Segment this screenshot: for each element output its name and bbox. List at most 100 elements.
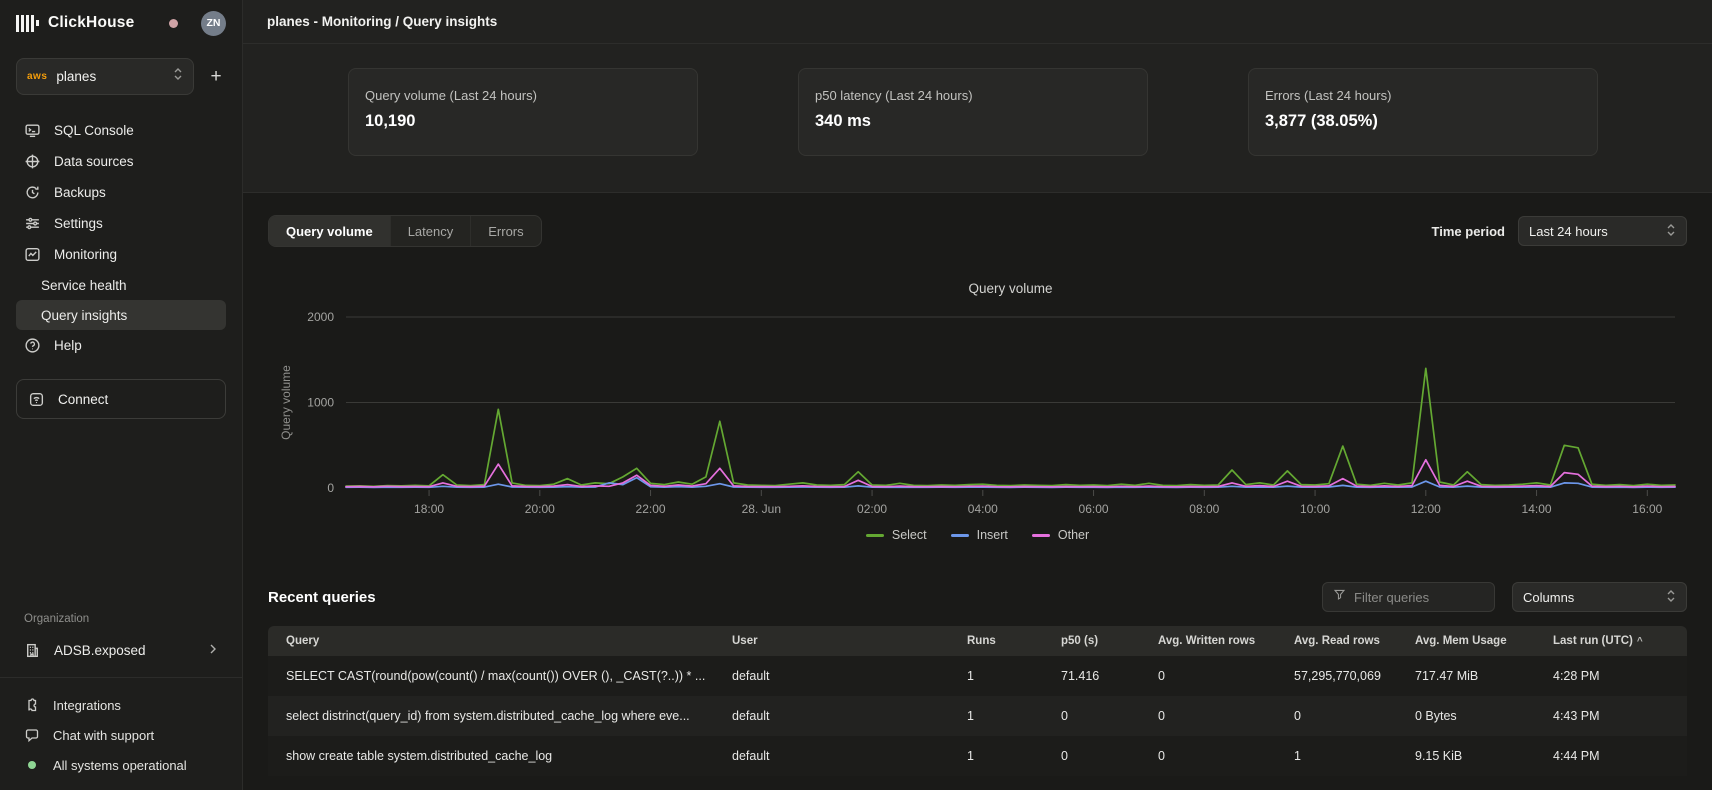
service-select[interactable]: aws planes [16, 58, 194, 95]
column-header-p50-s-[interactable]: p50 (s) [1061, 635, 1158, 647]
time-period-select[interactable]: Last 24 hours [1518, 216, 1687, 246]
svg-text:16:00: 16:00 [1632, 502, 1662, 516]
service-name: planes [56, 69, 96, 84]
stat-label: p50 latency (Last 24 hours) [815, 88, 1131, 103]
column-header-runs[interactable]: Runs [967, 635, 1061, 647]
recent-queries-actions: Columns [1322, 582, 1687, 612]
connect-button[interactable]: Connect [16, 379, 226, 419]
svg-text:10:00: 10:00 [1300, 502, 1330, 516]
column-header-last-run-utc-[interactable]: Last run (UTC)^ [1553, 635, 1677, 647]
sidebar-subitem-service-health[interactable]: Service health [16, 270, 226, 300]
sidebar-subitem-query-insights[interactable]: Query insights [16, 300, 226, 330]
sidebar-item-backups[interactable]: Backups [16, 177, 226, 208]
query-volume-chart: Query volumeQuery volume01000200018:0020… [268, 255, 1687, 542]
brand-name: ClickHouse [48, 14, 134, 32]
table-row[interactable]: select distrinct(query_id) from system.d… [268, 696, 1687, 736]
sidebar-item-settings[interactable]: Settings [16, 208, 226, 239]
footer-item-label: Chat with support [53, 728, 154, 743]
status-dot-icon [24, 757, 40, 773]
tab-errors[interactable]: Errors [470, 216, 540, 246]
recent-queries-title: Recent queries [268, 589, 376, 606]
table-row[interactable]: SELECT CAST(round(pow(count() / max(coun… [268, 656, 1687, 696]
footer-item-integrations[interactable]: Integrations [16, 690, 226, 720]
column-header-label: Runs [967, 635, 996, 647]
main-area: planes - Monitoring / Query insights Que… [243, 0, 1712, 790]
column-header-avg-written-rows[interactable]: Avg. Written rows [1158, 635, 1294, 647]
footer-item-label: All systems operational [53, 758, 187, 773]
chart-tabs: Query volumeLatencyErrors [268, 215, 542, 247]
tab-query-volume[interactable]: Query volume [269, 216, 390, 246]
legend-label: Select [892, 528, 927, 542]
connect-icon [28, 391, 45, 408]
column-header-label: Avg. Read rows [1294, 635, 1380, 647]
sidebar-item-data-sources[interactable]: Data sources [16, 146, 226, 177]
chart-canvas: Query volumeQuery volume01000200018:0020… [268, 255, 1687, 517]
chart-title: Query volume [968, 281, 1052, 296]
column-header-user[interactable]: User [732, 635, 967, 647]
sidebar-item-sql-console[interactable]: SQL Console [16, 115, 226, 146]
content: Query volumeLatencyErrors Time period La… [243, 193, 1712, 790]
table-cell: 1 [1294, 749, 1415, 763]
table-cell: default [732, 709, 967, 723]
table-cell: default [732, 669, 967, 683]
sidebar-item-monitoring[interactable]: Monitoring [16, 239, 226, 270]
chevron-updown-icon [1666, 223, 1676, 240]
filter-queries-input[interactable] [1354, 590, 1474, 605]
organization-label: Organization [16, 613, 226, 625]
recent-queries-header: Recent queries Columns [268, 582, 1687, 612]
svg-text:06:00: 06:00 [1079, 502, 1109, 516]
legend-item-insert[interactable]: Insert [951, 528, 1008, 542]
svg-text:12:00: 12:00 [1411, 502, 1441, 516]
stats-band: Query volume (Last 24 hours) 10,190 p50 la… [243, 44, 1712, 193]
sidebar-item-label: Data sources [54, 154, 134, 169]
organization-icon [24, 642, 41, 659]
tab-latency[interactable]: Latency [390, 216, 471, 246]
chat-icon [24, 727, 40, 743]
footer-item-chat-with-support[interactable]: Chat with support [16, 720, 226, 750]
table-cell: 0 Bytes [1415, 709, 1553, 723]
legend-item-select[interactable]: Select [866, 528, 927, 542]
table-cell: 57,295,770,069 [1294, 669, 1415, 683]
stat-label: Query volume (Last 24 hours) [365, 88, 681, 103]
table-cell: select distrinct(query_id) from system.d… [268, 709, 732, 723]
filter-queries-box[interactable] [1322, 582, 1495, 612]
svg-text:28. Jun: 28. Jun [742, 502, 781, 516]
sidebar-item-label: Monitoring [54, 247, 117, 262]
column-header-avg-read-rows[interactable]: Avg. Read rows [1294, 635, 1415, 647]
service-selector-row: aws planes + [16, 58, 226, 95]
table-row[interactable]: show create table system.distributed_cac… [268, 736, 1687, 776]
stat-value: 10,190 [365, 112, 681, 131]
series-other [346, 460, 1675, 487]
legend-item-other[interactable]: Other [1032, 528, 1089, 542]
column-header-avg-mem-usage[interactable]: Avg. Mem Usage [1415, 635, 1553, 647]
sidebar: ClickHouse ZN aws planes + SQL Console Da… [0, 0, 243, 790]
column-header-label: Query [286, 635, 319, 647]
chevron-updown-icon [173, 67, 183, 86]
integrations-icon [24, 697, 40, 713]
table-header-row: QueryUserRunsp50 (s)Avg. Written rowsAvg… [268, 626, 1687, 656]
table-cell: show create table system.distributed_cac… [268, 749, 732, 763]
avatar[interactable]: ZN [201, 11, 226, 36]
table-cell: default [732, 749, 967, 763]
footer-item-all-systems-operational[interactable]: All systems operational [16, 750, 226, 780]
column-header-label: p50 (s) [1061, 635, 1098, 647]
stat-card-2: Errors (Last 24 hours)3,877 (38.05%) [1248, 68, 1598, 156]
organization-item[interactable]: ADSB.exposed [16, 633, 226, 667]
table-cell: 717.47 MiB [1415, 669, 1553, 683]
connect-label: Connect [58, 392, 108, 407]
legend-swatch [951, 534, 969, 537]
legend-label: Insert [977, 528, 1008, 542]
notification-dot-icon [169, 19, 178, 28]
table-cell: 4:28 PM [1553, 669, 1677, 683]
column-header-query[interactable]: Query [268, 635, 732, 647]
add-service-button[interactable]: + [206, 66, 226, 88]
stat-card-1: p50 latency (Last 24 hours)340 ms [798, 68, 1148, 156]
stat-card-0: Query volume (Last 24 hours) 10,190 [348, 68, 698, 156]
page-header: planes - Monitoring / Query insights [243, 0, 1712, 44]
table-cell: 4:44 PM [1553, 749, 1677, 763]
sidebar-item-help[interactable]: Help [16, 330, 226, 361]
logo-row: ClickHouse ZN [16, 0, 226, 46]
svg-text:20:00: 20:00 [525, 502, 555, 516]
organization-name: ADSB.exposed [54, 643, 146, 658]
columns-select[interactable]: Columns [1512, 582, 1687, 612]
